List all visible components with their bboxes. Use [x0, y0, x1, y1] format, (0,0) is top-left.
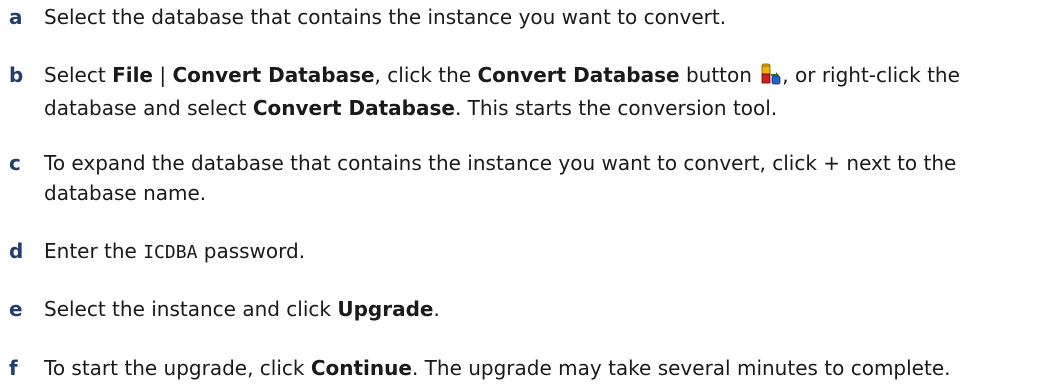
icdba-code: ICDBA [143, 242, 198, 263]
menu-file: File [112, 63, 153, 87]
step-b: b Select File | Convert Database, click … [0, 60, 1050, 123]
step-text: Select the database that contains the in… [44, 5, 727, 29]
step-text: Select File | Convert Database, click th… [44, 63, 960, 120]
step-c: c To expand the database that contains t… [0, 148, 1050, 208]
step-letter: a [9, 5, 23, 29]
step-letter: f [9, 356, 18, 380]
step-text: Enter the ICDBA password. [44, 239, 306, 263]
procedure-steps: a Select the database that contains the … [0, 0, 1061, 384]
step-text: To expand the database that contains the… [44, 151, 957, 205]
step-letter: e [9, 297, 23, 321]
step-letter: d [9, 239, 24, 263]
upgrade-label: Upgrade [337, 297, 434, 321]
step-letter: c [9, 151, 21, 175]
menu-item-convert-database: Convert Database [252, 96, 455, 120]
button-name-convert-database: Convert Database [477, 63, 680, 87]
step-letter: b [9, 63, 24, 87]
step-a: a Select the database that contains the … [0, 2, 1050, 32]
step-text: To start the upgrade, click Continue. Th… [44, 356, 951, 380]
step-text: Select the instance and click Upgrade. [44, 297, 440, 321]
convert-database-icon [760, 63, 782, 93]
step-f: f To start the upgrade, click Continue. … [0, 353, 1050, 383]
step-d: d Enter the ICDBA password. [0, 236, 1050, 268]
step-e: e Select the instance and click Upgrade. [0, 294, 1050, 324]
menu-convert-database: Convert Database [172, 63, 375, 87]
continue-label: Continue [310, 356, 412, 380]
